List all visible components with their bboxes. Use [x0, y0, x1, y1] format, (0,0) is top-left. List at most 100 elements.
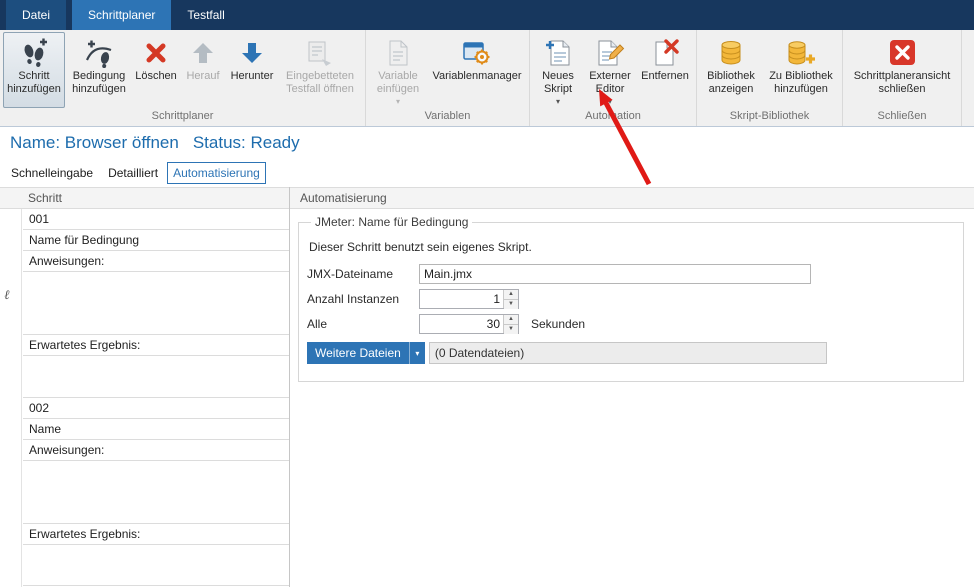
condition-plus-icon [84, 36, 114, 70]
library-add-icon [786, 36, 816, 70]
open-embedded-testcase-label: Eingebetteten Testfall öffnen [280, 70, 360, 96]
step-row-expected-value-2[interactable] [23, 545, 289, 586]
tab-schnelleingabe[interactable]: Schnelleingabe [5, 162, 99, 184]
ribbon-group-schliessen: Schrittplaneransicht schließen Schließen [843, 30, 962, 126]
steps-panel: Schritt ℓ 001 Name für Bedingung Anweisu… [0, 187, 290, 587]
delete-x-icon [143, 36, 169, 70]
move-down-button[interactable]: Herunter [227, 32, 277, 108]
external-editor-label: Externer Editor [586, 70, 634, 96]
new-script-button[interactable]: Neues Skript ▾ [533, 32, 583, 108]
menu-tab-testfall[interactable]: Testfall [171, 0, 240, 30]
step-row-instructions-label-2[interactable]: Anweisungen: [23, 440, 289, 461]
instances-stepper[interactable]: ▲ ▼ [419, 289, 519, 309]
ribbon-group-schrittplaner: Schritt hinzufügen Bedingung hinzufügen [0, 30, 366, 126]
interval-stepper[interactable]: ▲ ▼ [419, 314, 519, 334]
show-library-button[interactable]: Bibliothek anzeigen [700, 32, 762, 108]
external-editor-icon [595, 36, 625, 70]
embedded-testcase-icon [305, 36, 335, 70]
chevron-down-icon: ▾ [396, 98, 400, 106]
instances-row: Anzahl Instanzen ▲ ▼ [307, 289, 953, 309]
delete-button[interactable]: Löschen [133, 32, 179, 108]
ribbon-group-variablen: Variable einfügen ▾ Variablenmanage [366, 30, 530, 126]
chevron-down-icon: ▾ [608, 98, 612, 106]
step-name-text: Name: Browser öffnen [10, 133, 179, 153]
step-row-name[interactable]: Name [23, 419, 289, 440]
add-condition-label: Bedingung hinzufügen [68, 70, 130, 96]
instances-input[interactable] [420, 290, 503, 308]
chevron-down-icon: ▾ [410, 349, 425, 358]
tab-detailliert[interactable]: Detailliert [102, 162, 164, 184]
move-up-button[interactable]: Herauf [180, 32, 226, 108]
tab-automatisierung[interactable]: Automatisierung [167, 162, 266, 184]
add-to-library-button[interactable]: Zu Bibliothek hinzufügen [763, 32, 839, 108]
close-stepplanner-view-button[interactable]: Schrittplaneransicht schließen [846, 32, 958, 108]
add-step-button[interactable]: Schritt hinzufügen [3, 32, 65, 108]
spin-down-icon[interactable]: ▼ [504, 324, 518, 334]
steps-body: ℓ 001 Name für Bedingung Anweisungen: Er… [0, 209, 289, 587]
arrow-up-icon [190, 36, 216, 70]
more-files-button[interactable]: Weitere Dateien ▾ [307, 342, 425, 364]
jmeter-group-title: JMeter: Name für Bedingung [311, 215, 472, 229]
interval-row: Alle ▲ ▼ Sekunden [307, 314, 953, 334]
group-label-variablen: Variablen [366, 110, 529, 126]
step-row-condition-name[interactable]: Name für Bedingung [23, 230, 289, 251]
document-header: Name: Browser öffnen Status: Ready [10, 133, 300, 153]
step-row-001[interactable]: 001 [23, 209, 289, 230]
step-row-instructions-label[interactable]: Anweisungen: [23, 251, 289, 272]
group-label-schrittplaner: Schrittplaner [0, 110, 365, 126]
remove-script-label: Entfernen [641, 70, 689, 83]
menu-tab-schrittplaner[interactable]: Schrittplaner [72, 0, 171, 30]
new-script-label: Neues Skript [535, 70, 581, 96]
jmx-filename-row: JMX-Dateiname [307, 264, 953, 284]
step-row-expected-label[interactable]: Erwartetes Ergebnis: [23, 335, 289, 356]
insert-variable-button[interactable]: Variable einfügen ▾ [369, 32, 427, 108]
remove-script-button[interactable]: Entfernen [637, 32, 693, 108]
step-row-002[interactable]: 002 [23, 398, 289, 419]
row-gutter: ℓ [0, 209, 22, 587]
jmx-filename-input[interactable] [419, 264, 811, 284]
steps-rows: 001 Name für Bedingung Anweisungen: Erwa… [23, 209, 289, 586]
automation-panel: Automatisierung JMeter: Name für Bedingu… [290, 187, 974, 587]
variable-manager-button[interactable]: Variablenmanager [428, 32, 526, 108]
spin-down-icon[interactable]: ▼ [504, 299, 518, 309]
step-row-instructions-value-2[interactable] [23, 461, 289, 524]
chevron-down-icon: ▾ [556, 98, 560, 106]
new-script-icon [544, 36, 572, 70]
view-tabs: Schnelleingabe Detailliert Automatisieru… [5, 162, 266, 184]
menu-tab-datei[interactable]: Datei [6, 0, 66, 30]
more-files-row: Weitere Dateien ▾ (0 Datendateien) [307, 342, 953, 364]
step-row-expected-label-2[interactable]: Erwartetes Ergebnis: [23, 524, 289, 545]
own-script-description: Dieser Schritt benutzt sein eigenes Skri… [309, 240, 953, 254]
open-embedded-testcase-button[interactable]: Eingebetteten Testfall öffnen [278, 32, 362, 108]
variable-document-icon [386, 36, 410, 70]
steps-column-header: Schritt [0, 187, 289, 209]
step-row-expected-value[interactable] [23, 356, 289, 398]
add-to-library-label: Zu Bibliothek hinzufügen [765, 70, 837, 96]
instances-spin-buttons: ▲ ▼ [503, 290, 518, 308]
step-status-text: Status: Ready [193, 133, 300, 153]
group-label-skript-bibliothek: Skript-Bibliothek [697, 110, 842, 126]
automation-panel-header: Automatisierung [290, 187, 974, 209]
interval-suffix-label: Sekunden [531, 317, 585, 331]
interval-input[interactable] [420, 315, 503, 333]
spin-up-icon[interactable]: ▲ [504, 315, 518, 324]
insert-variable-label: Variable einfügen [371, 70, 425, 96]
variable-manager-icon [462, 36, 492, 70]
show-library-label: Bibliothek anzeigen [702, 70, 760, 96]
add-condition-button[interactable]: Bedingung hinzufügen [66, 32, 132, 108]
close-stepplanner-view-label: Schrittplaneransicht schließen [848, 70, 956, 96]
group-label-automation: Automation [530, 110, 696, 126]
arrow-down-icon [239, 36, 265, 70]
external-editor-button[interactable]: Externer Editor ▾ [584, 32, 636, 108]
move-down-label: Herunter [231, 70, 274, 83]
group-label-schliessen: Schließen [843, 110, 961, 126]
step-row-instructions-value[interactable] [23, 272, 289, 335]
ribbon: Schritt hinzufügen Bedingung hinzufügen [0, 30, 974, 127]
jmeter-group-box: JMeter: Name für Bedingung Dieser Schrit… [298, 215, 964, 382]
title-bar: Datei Schrittplaner Testfall [0, 0, 974, 30]
delete-label: Löschen [135, 70, 177, 83]
data-files-field: (0 Datendateien) [429, 342, 827, 364]
jmx-filename-label: JMX-Dateiname [307, 267, 419, 281]
instances-label: Anzahl Instanzen [307, 292, 419, 306]
spin-up-icon[interactable]: ▲ [504, 290, 518, 299]
